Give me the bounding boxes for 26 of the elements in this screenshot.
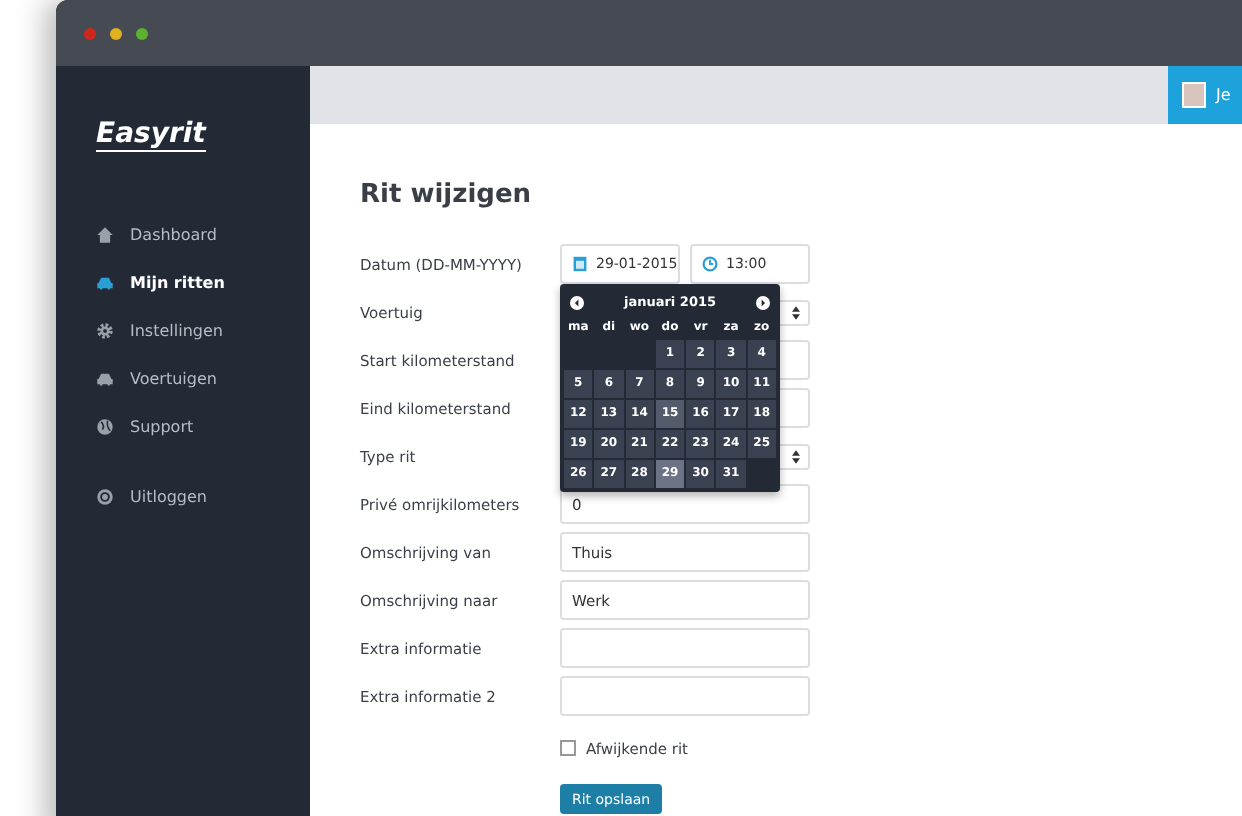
avatar-placeholder bbox=[1182, 82, 1206, 108]
sidebar-item[interactable]: Support bbox=[96, 410, 194, 444]
next-month-icon[interactable] bbox=[755, 295, 770, 309]
input-field[interactable] bbox=[560, 628, 810, 668]
sidebar-item[interactable]: Instellingen bbox=[96, 314, 223, 348]
car-icon bbox=[96, 274, 114, 292]
maximize-window-button[interactable] bbox=[136, 27, 148, 39]
home-icon bbox=[96, 226, 114, 244]
gear-icon bbox=[96, 322, 114, 340]
logout-link[interactable]: Uitloggen bbox=[96, 480, 207, 514]
checkbox[interactable] bbox=[560, 740, 576, 756]
app-logo: Easyrit bbox=[96, 120, 206, 152]
page-title: Rit wijzigen bbox=[360, 180, 534, 210]
up-down-caret-icon bbox=[792, 305, 800, 319]
sidebar-item[interactable]: Voertuigen bbox=[96, 362, 217, 396]
sidebar-item[interactable]: Dashboard bbox=[96, 218, 217, 252]
minimize-window-button[interactable] bbox=[110, 27, 122, 39]
calendar-icon bbox=[572, 256, 588, 272]
car-icon bbox=[96, 370, 114, 388]
globe-icon bbox=[96, 418, 114, 436]
input-field[interactable] bbox=[560, 676, 810, 716]
clock-icon bbox=[702, 256, 718, 272]
previous-month-icon[interactable] bbox=[570, 295, 584, 309]
sidebar-item[interactable]: Mijn ritten bbox=[96, 266, 225, 300]
up-down-caret-icon bbox=[792, 449, 800, 463]
power-icon bbox=[96, 488, 114, 506]
